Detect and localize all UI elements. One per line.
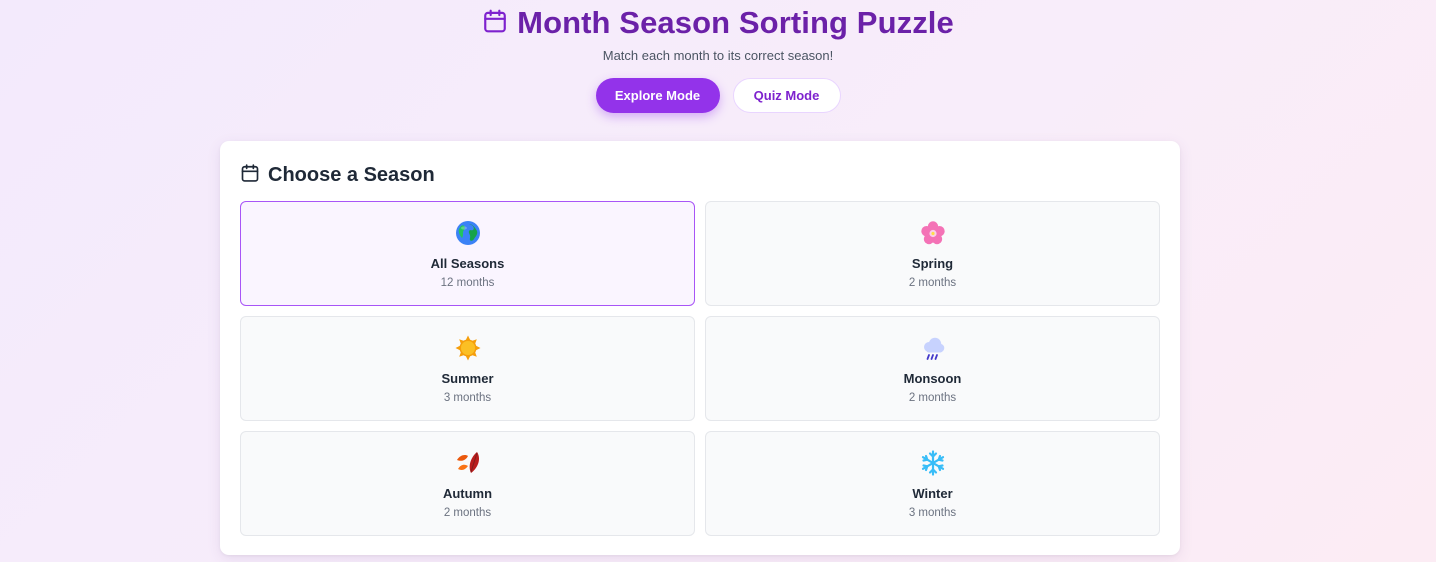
season-panel: Choose a Season All Seasons 12 months Sp… bbox=[220, 141, 1180, 555]
quiz-mode-button[interactable]: Quiz Mode bbox=[732, 78, 841, 113]
explore-mode-button[interactable]: Explore Mode bbox=[595, 78, 720, 113]
fallen-leaf-icon bbox=[454, 449, 482, 477]
season-name: Autumn bbox=[442, 486, 493, 501]
panel-header: Choose a Season bbox=[240, 163, 435, 188]
season-month-count: 2 months bbox=[443, 507, 492, 519]
cherry-blossom-icon bbox=[919, 219, 947, 247]
snowflake-icon bbox=[919, 449, 947, 477]
season-name: Spring bbox=[911, 256, 954, 271]
page-title: Month Season Sorting Puzzle bbox=[517, 5, 954, 40]
season-tile-monsoon[interactable]: Monsoon 2 months bbox=[705, 316, 1160, 421]
season-grid: All Seasons 12 months Spring 2 months Su… bbox=[240, 201, 1160, 536]
season-name: All Seasons bbox=[430, 256, 505, 271]
page-subtitle: Match each month to its correct season! bbox=[602, 48, 834, 63]
season-month-count: 2 months bbox=[908, 277, 957, 289]
season-name: Winter bbox=[912, 486, 953, 501]
season-tile-spring[interactable]: Spring 2 months bbox=[705, 201, 1160, 306]
season-month-count: 3 months bbox=[443, 392, 492, 404]
season-tile-winter[interactable]: Winter 3 months bbox=[705, 431, 1160, 536]
calendar-icon bbox=[240, 163, 260, 188]
season-tile-summer[interactable]: Summer 3 months bbox=[240, 316, 695, 421]
season-name: Monsoon bbox=[903, 371, 962, 386]
season-month-count: 2 months bbox=[908, 392, 957, 404]
season-name: Summer bbox=[441, 371, 494, 386]
mode-switch: Explore Mode Quiz Mode bbox=[595, 78, 841, 113]
rain-cloud-icon bbox=[919, 334, 947, 362]
season-tile-autumn[interactable]: Autumn 2 months bbox=[240, 431, 695, 536]
globe-icon bbox=[454, 219, 482, 247]
sun-icon bbox=[454, 334, 482, 362]
page-header: Month Season Sorting Puzzle Match each m… bbox=[0, 0, 1436, 113]
title-row: Month Season Sorting Puzzle bbox=[482, 5, 954, 40]
calendar-icon bbox=[482, 8, 508, 39]
season-month-count: 3 months bbox=[908, 507, 957, 519]
season-tile-all-seasons[interactable]: All Seasons 12 months bbox=[240, 201, 695, 306]
season-month-count: 12 months bbox=[440, 277, 495, 289]
panel-title: Choose a Season bbox=[268, 164, 435, 186]
